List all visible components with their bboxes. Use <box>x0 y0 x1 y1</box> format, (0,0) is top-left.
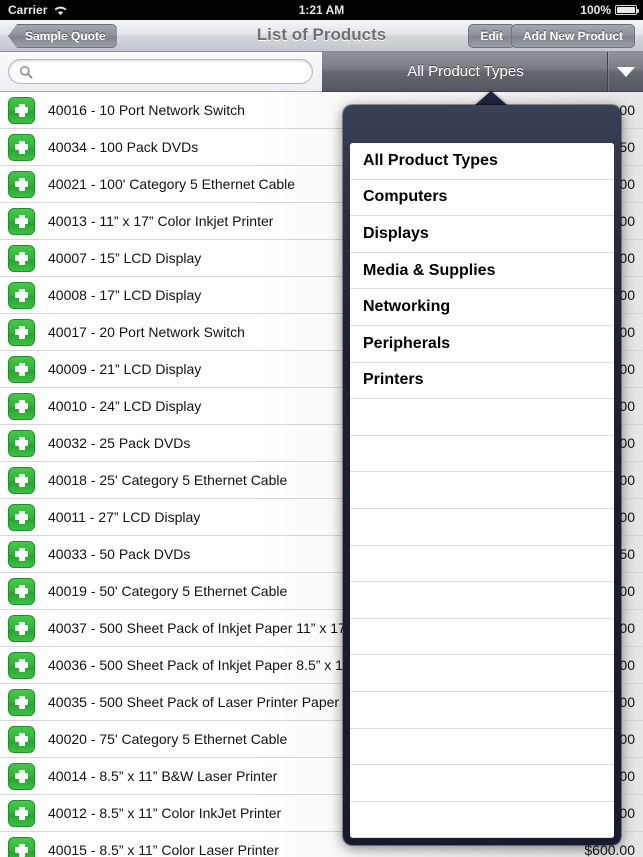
product-name: 40032 - 25 Pack DVDs <box>48 435 191 451</box>
search-input[interactable] <box>39 63 293 80</box>
product-name: 40012 - 8.5” x 11” Color InkJet Printer <box>48 805 282 821</box>
product-name: 40034 - 100 Pack DVDs <box>48 139 199 155</box>
popover-menu-item[interactable] <box>350 582 614 619</box>
product-type-popover: All Product Types Computers Displays Media … <box>343 91 621 845</box>
plus-icon[interactable] <box>8 133 35 161</box>
popover-menu-item[interactable]: Displays <box>350 216 614 253</box>
ipad-screen: Carrier 1:21 AM 100% Sample Quote List o… <box>0 0 643 857</box>
popover-menu-item[interactable] <box>350 691 614 729</box>
product-name: 40010 - 24” LCD Display <box>48 398 202 414</box>
product-name: 40018 - 25' Category 5 Ethernet Cable <box>48 472 288 488</box>
product-name: 40011 - 27” LCD Display <box>48 509 201 525</box>
plus-icon[interactable] <box>8 762 35 790</box>
product-name: 40014 - 8.5” x 11” B&W Laser Printer <box>48 768 278 784</box>
popover-menu-item[interactable] <box>350 728 614 766</box>
plus-icon[interactable] <box>8 318 35 346</box>
chevron-down-icon[interactable] <box>607 52 643 92</box>
popover-arrow-up-icon <box>474 91 508 106</box>
plus-icon[interactable] <box>8 170 35 198</box>
product-name: 40017 - 20 Port Network Switch <box>48 324 245 340</box>
product-name: 40037 - 500 Sheet Pack of Inkjet Paper 1… <box>48 620 351 636</box>
status-bar-right: 100% <box>580 3 639 17</box>
popover-frame: All Product Types Computers Displays Media … <box>343 105 621 845</box>
product-name: 40013 - 11” x 17” Color Inkjet Printer <box>48 213 274 229</box>
popover-menu-item[interactable]: Media & Supplies <box>350 252 614 290</box>
popover-menu-item[interactable]: All Product Types <box>350 143 614 180</box>
status-bar-time: 1:21 AM <box>298 3 345 17</box>
popover-menu-list[interactable]: All Product Types Computers Displays Media … <box>350 143 614 838</box>
popover-menu-item[interactable]: Computers <box>350 179 614 217</box>
product-name: 40015 - 8.5” x 11” Color Laser Printer <box>48 842 279 857</box>
add-new-product-button[interactable]: Add New Product <box>510 24 635 48</box>
plus-icon[interactable] <box>8 725 35 753</box>
product-name: 40021 - 100' Category 5 Ethernet Cable <box>48 176 296 192</box>
navigation-bar: Sample Quote List of Products Edit Add N… <box>0 20 643 52</box>
popover-menu-item[interactable] <box>350 765 614 802</box>
popover-menu-item[interactable] <box>350 545 614 583</box>
popover-menu-item[interactable]: Peripherals <box>350 325 614 363</box>
battery-fill <box>617 7 635 13</box>
product-name: 40035 - 500 Sheet Pack of Laser Printer … <box>48 694 340 710</box>
plus-icon[interactable] <box>8 540 35 568</box>
plus-icon[interactable] <box>8 577 35 605</box>
battery-icon <box>615 5 639 15</box>
edit-button[interactable]: Edit <box>468 24 515 48</box>
product-name: 40036 - 500 Sheet Pack of Inkjet Paper 8… <box>48 657 355 673</box>
plus-icon[interactable] <box>8 799 35 827</box>
chevron-down-glyph <box>616 67 635 77</box>
plus-icon[interactable] <box>8 207 35 235</box>
product-name: 40020 - 75' Category 5 Ethernet Cable <box>48 731 288 747</box>
product-name: 40033 - 50 Pack DVDs <box>48 546 191 562</box>
product-type-selector[interactable]: All Product Types <box>322 52 643 92</box>
product-name: 40009 - 21” LCD Display <box>48 361 202 377</box>
popover-menu-item[interactable] <box>350 801 614 838</box>
popover-menu-item[interactable]: Networking <box>350 289 614 326</box>
plus-icon[interactable] <box>8 392 35 420</box>
search-icon <box>9 65 33 79</box>
plus-icon[interactable] <box>8 96 35 124</box>
product-type-label[interactable]: All Product Types <box>322 63 609 80</box>
battery-percent-label: 100% <box>580 3 611 17</box>
plus-icon[interactable] <box>8 429 35 457</box>
product-name: 40007 - 15” LCD Display <box>48 250 202 266</box>
popover-menu-item[interactable] <box>350 472 614 509</box>
edit-button-label: Edit <box>480 29 503 43</box>
popover-menu-item[interactable] <box>350 508 614 546</box>
plus-icon[interactable] <box>8 614 35 642</box>
toolbar: All Product Types <box>0 52 643 92</box>
product-name: 40019 - 50' Category 5 Ethernet Cable <box>48 583 288 599</box>
popover-menu-item[interactable] <box>350 399 614 436</box>
popover-menu-item[interactable] <box>350 435 614 473</box>
status-bar: Carrier 1:21 AM 100% <box>0 0 643 20</box>
search-field[interactable] <box>8 59 313 84</box>
product-name: 40008 - 17” LCD Display <box>48 287 202 303</box>
plus-icon[interactable] <box>8 836 35 857</box>
plus-icon[interactable] <box>8 688 35 716</box>
plus-icon[interactable] <box>8 651 35 679</box>
popover-menu-item[interactable] <box>350 618 614 656</box>
plus-icon[interactable] <box>8 466 35 494</box>
plus-icon[interactable] <box>8 355 35 383</box>
plus-icon[interactable] <box>8 503 35 531</box>
search-zone <box>0 52 322 92</box>
add-new-product-label: Add New Product <box>522 29 623 43</box>
popover-menu-item[interactable]: Printers <box>350 362 614 400</box>
popover-menu-item[interactable] <box>350 655 614 692</box>
plus-icon[interactable] <box>8 281 35 309</box>
product-name: 40016 - 10 Port Network Switch <box>48 102 245 118</box>
plus-icon[interactable] <box>8 244 35 272</box>
